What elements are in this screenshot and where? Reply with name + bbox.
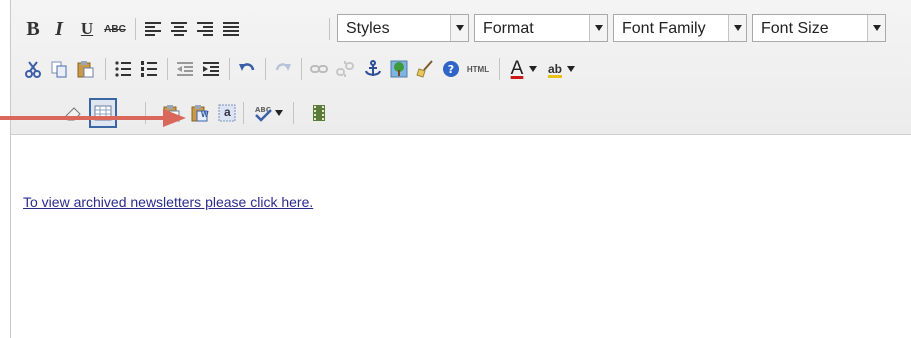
- rich-text-editor: B I U ABC Styles Format Font Family Font…: [10, 0, 911, 338]
- toolbar-separator: [293, 102, 294, 124]
- undo-button[interactable]: [235, 54, 259, 84]
- broom-icon: [416, 60, 433, 78]
- bullet-list-icon: [115, 61, 131, 77]
- underline-button[interactable]: U: [75, 14, 99, 44]
- align-justify-icon: [223, 22, 239, 36]
- chevron-down-icon: [589, 15, 607, 41]
- highlight-color-dropdown[interactable]: [565, 54, 577, 84]
- font-size-select-value: Font Size: [761, 20, 829, 37]
- toolbar-separator: [301, 58, 302, 80]
- paste-from-word-button[interactable]: W: [187, 98, 211, 128]
- chevron-down-icon: [275, 110, 283, 116]
- text-color-dropdown[interactable]: [527, 54, 539, 84]
- font-family-select[interactable]: Font Family: [613, 14, 747, 42]
- copy-icon: [51, 61, 67, 78]
- highlight-color-button[interactable]: ab: [543, 54, 567, 84]
- undo-icon: [239, 63, 255, 71]
- strikethrough-button[interactable]: ABC: [103, 14, 127, 44]
- redo-icon: [275, 63, 291, 71]
- align-left-icon: [145, 22, 161, 36]
- media-button[interactable]: [307, 98, 331, 128]
- toolbar-separator: [135, 18, 136, 40]
- link-button[interactable]: [307, 54, 331, 84]
- align-justify-button[interactable]: [219, 14, 243, 44]
- chevron-down-icon: [529, 66, 537, 72]
- font-family-select-value: Font Family: [622, 20, 706, 37]
- select-all-button[interactable]: a: [215, 98, 239, 128]
- paste-word-badge: W: [201, 110, 209, 119]
- outdent-button[interactable]: [173, 54, 197, 84]
- align-center-icon: [171, 22, 187, 36]
- annotation-arrow-icon: [0, 109, 186, 127]
- spellcheck-icon: ABC: [255, 106, 272, 122]
- format-select[interactable]: Format: [474, 14, 608, 42]
- numbered-list-button[interactable]: [137, 54, 161, 84]
- toolbar-separator: [229, 58, 230, 80]
- paste-button[interactable]: [73, 54, 97, 84]
- indent-icon: [203, 62, 219, 76]
- indent-button[interactable]: [199, 54, 223, 84]
- spellcheck-dropdown[interactable]: [273, 98, 285, 128]
- toolbar-separator: [499, 58, 500, 80]
- html-source-button[interactable]: HTML: [463, 54, 493, 84]
- text-color-button[interactable]: A: [505, 54, 529, 84]
- styles-select[interactable]: Styles: [337, 14, 469, 42]
- archived-newsletters-link[interactable]: To view archived newsletters please clic…: [23, 194, 313, 210]
- link-icon: [310, 65, 328, 73]
- film-strip-icon: [313, 105, 325, 121]
- image-button[interactable]: [387, 54, 411, 84]
- align-right-button[interactable]: [193, 14, 217, 44]
- toolbar-separator: [329, 18, 330, 40]
- unlink-button[interactable]: [333, 54, 357, 84]
- unlink-icon: [336, 61, 354, 77]
- bold-button[interactable]: B: [21, 14, 45, 44]
- styles-select-value: Styles: [346, 20, 390, 37]
- scissors-icon: [25, 61, 41, 78]
- toolbar-separator: [243, 102, 244, 124]
- select-all-badge: a: [224, 105, 231, 119]
- chevron-down-icon: [867, 15, 885, 41]
- redo-button[interactable]: [271, 54, 295, 84]
- tree-image-icon: [390, 60, 408, 78]
- help-icon: ?: [443, 61, 459, 77]
- chevron-down-icon: [567, 66, 575, 72]
- toolbar-separator: [167, 58, 168, 80]
- chevron-down-icon: [728, 15, 746, 41]
- spellcheck-button[interactable]: ABC: [251, 98, 275, 128]
- help-button[interactable]: ?: [439, 54, 463, 84]
- italic-button[interactable]: I: [47, 14, 71, 44]
- align-left-button[interactable]: [141, 14, 165, 44]
- numbered-list-icon: [141, 61, 157, 77]
- format-select-value: Format: [483, 20, 534, 37]
- chevron-down-icon: [450, 15, 468, 41]
- toolbar-separator: [105, 58, 106, 80]
- cut-button[interactable]: [21, 54, 45, 84]
- align-right-icon: [197, 22, 213, 36]
- clipboard-icon: [77, 61, 94, 78]
- copy-button[interactable]: [47, 54, 71, 84]
- toolbar-separator: [265, 58, 266, 80]
- anchor-icon: [365, 60, 381, 76]
- outdent-icon: [177, 62, 193, 76]
- font-size-select[interactable]: Font Size: [752, 14, 886, 42]
- bullet-list-button[interactable]: [111, 54, 135, 84]
- svg-text:?: ?: [448, 63, 454, 76]
- align-center-button[interactable]: [167, 14, 191, 44]
- anchor-button[interactable]: [361, 54, 385, 84]
- cleanup-button[interactable]: [413, 54, 437, 84]
